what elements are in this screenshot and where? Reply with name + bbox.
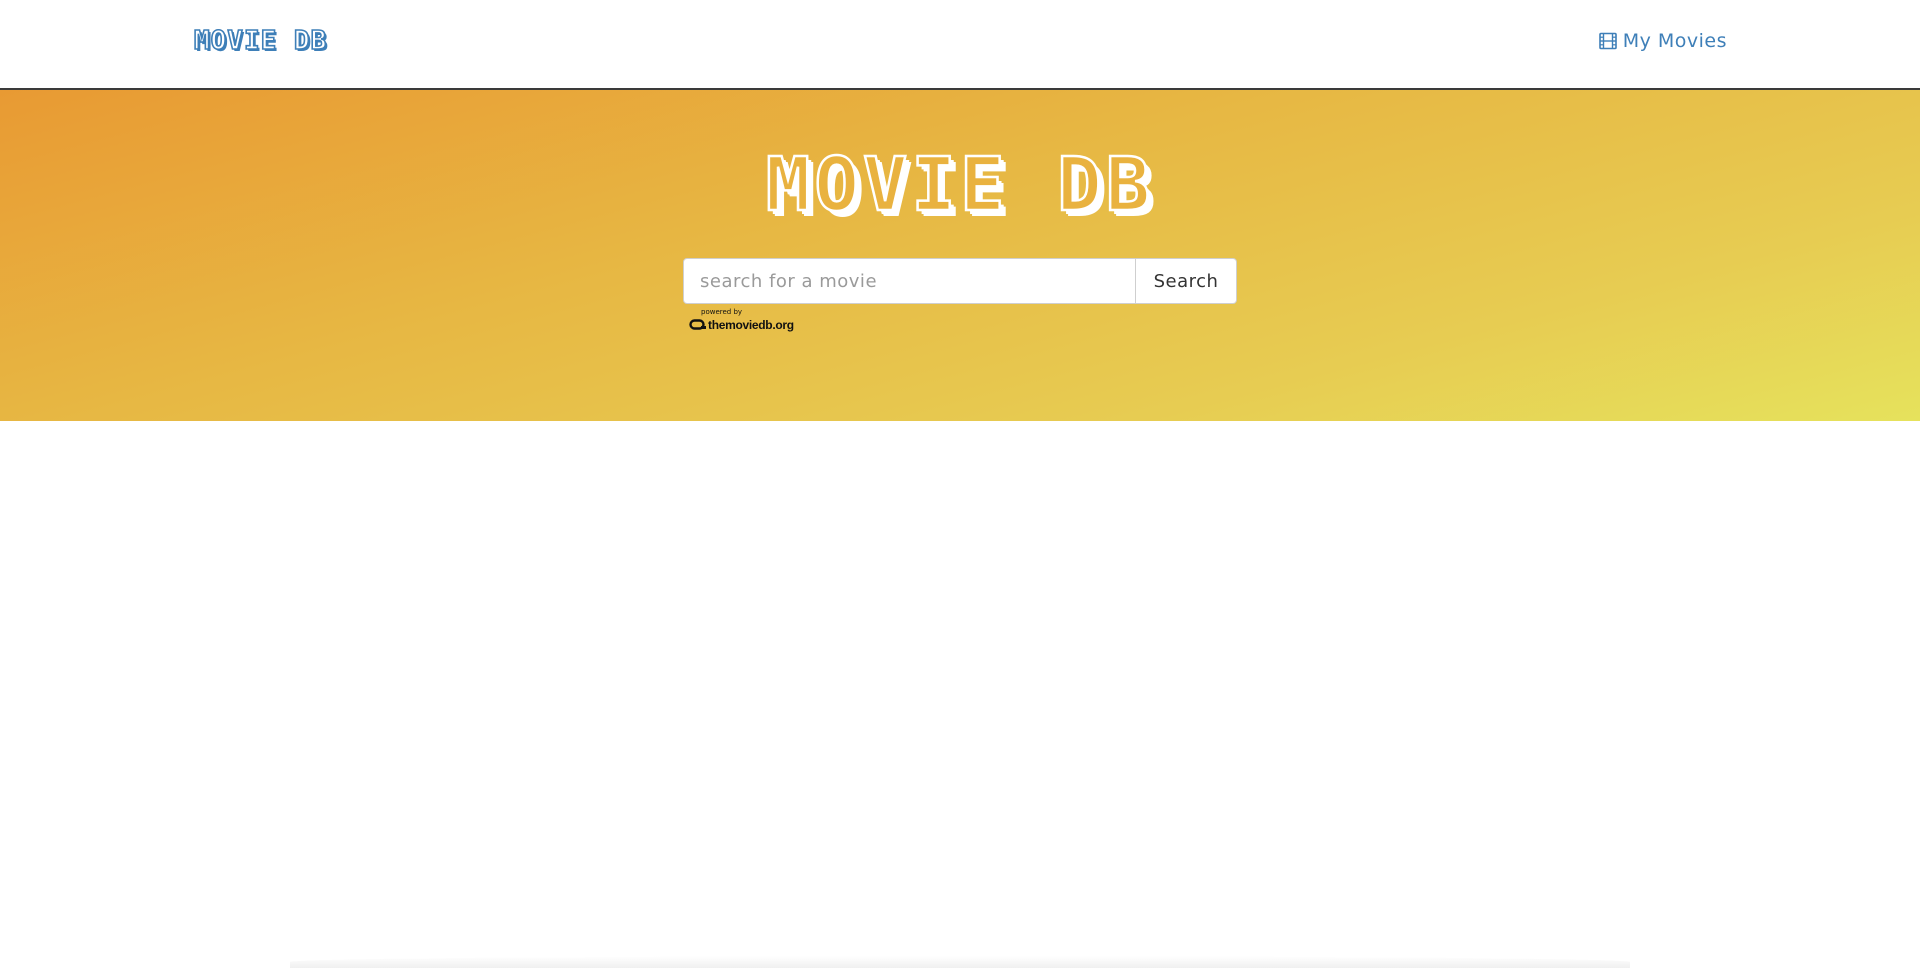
tmdb-attribution[interactable]: powered by themoviedb.org (689, 309, 794, 333)
powered-by-text: powered by (701, 308, 743, 316)
brand-logo[interactable]: MOVIE DB (193, 25, 327, 57)
hero-banner: MOVIE DB Search powered by themoviedb.or… (0, 90, 1920, 421)
search-group: Search (683, 258, 1237, 304)
tmdb-site-text: themoviedb.org (708, 318, 794, 332)
hero-title: MOVIE DB (765, 141, 1155, 230)
content-card-shadow (290, 956, 1630, 968)
my-movies-label: My Movies (1622, 30, 1727, 52)
search-button[interactable]: Search (1136, 258, 1237, 304)
my-movies-link[interactable]: My Movies (1598, 30, 1727, 52)
search-input[interactable] (683, 258, 1136, 304)
navbar: MOVIE DB My Movies (0, 0, 1920, 90)
film-icon (1598, 32, 1617, 50)
tmdb-logo-icon (689, 317, 707, 333)
